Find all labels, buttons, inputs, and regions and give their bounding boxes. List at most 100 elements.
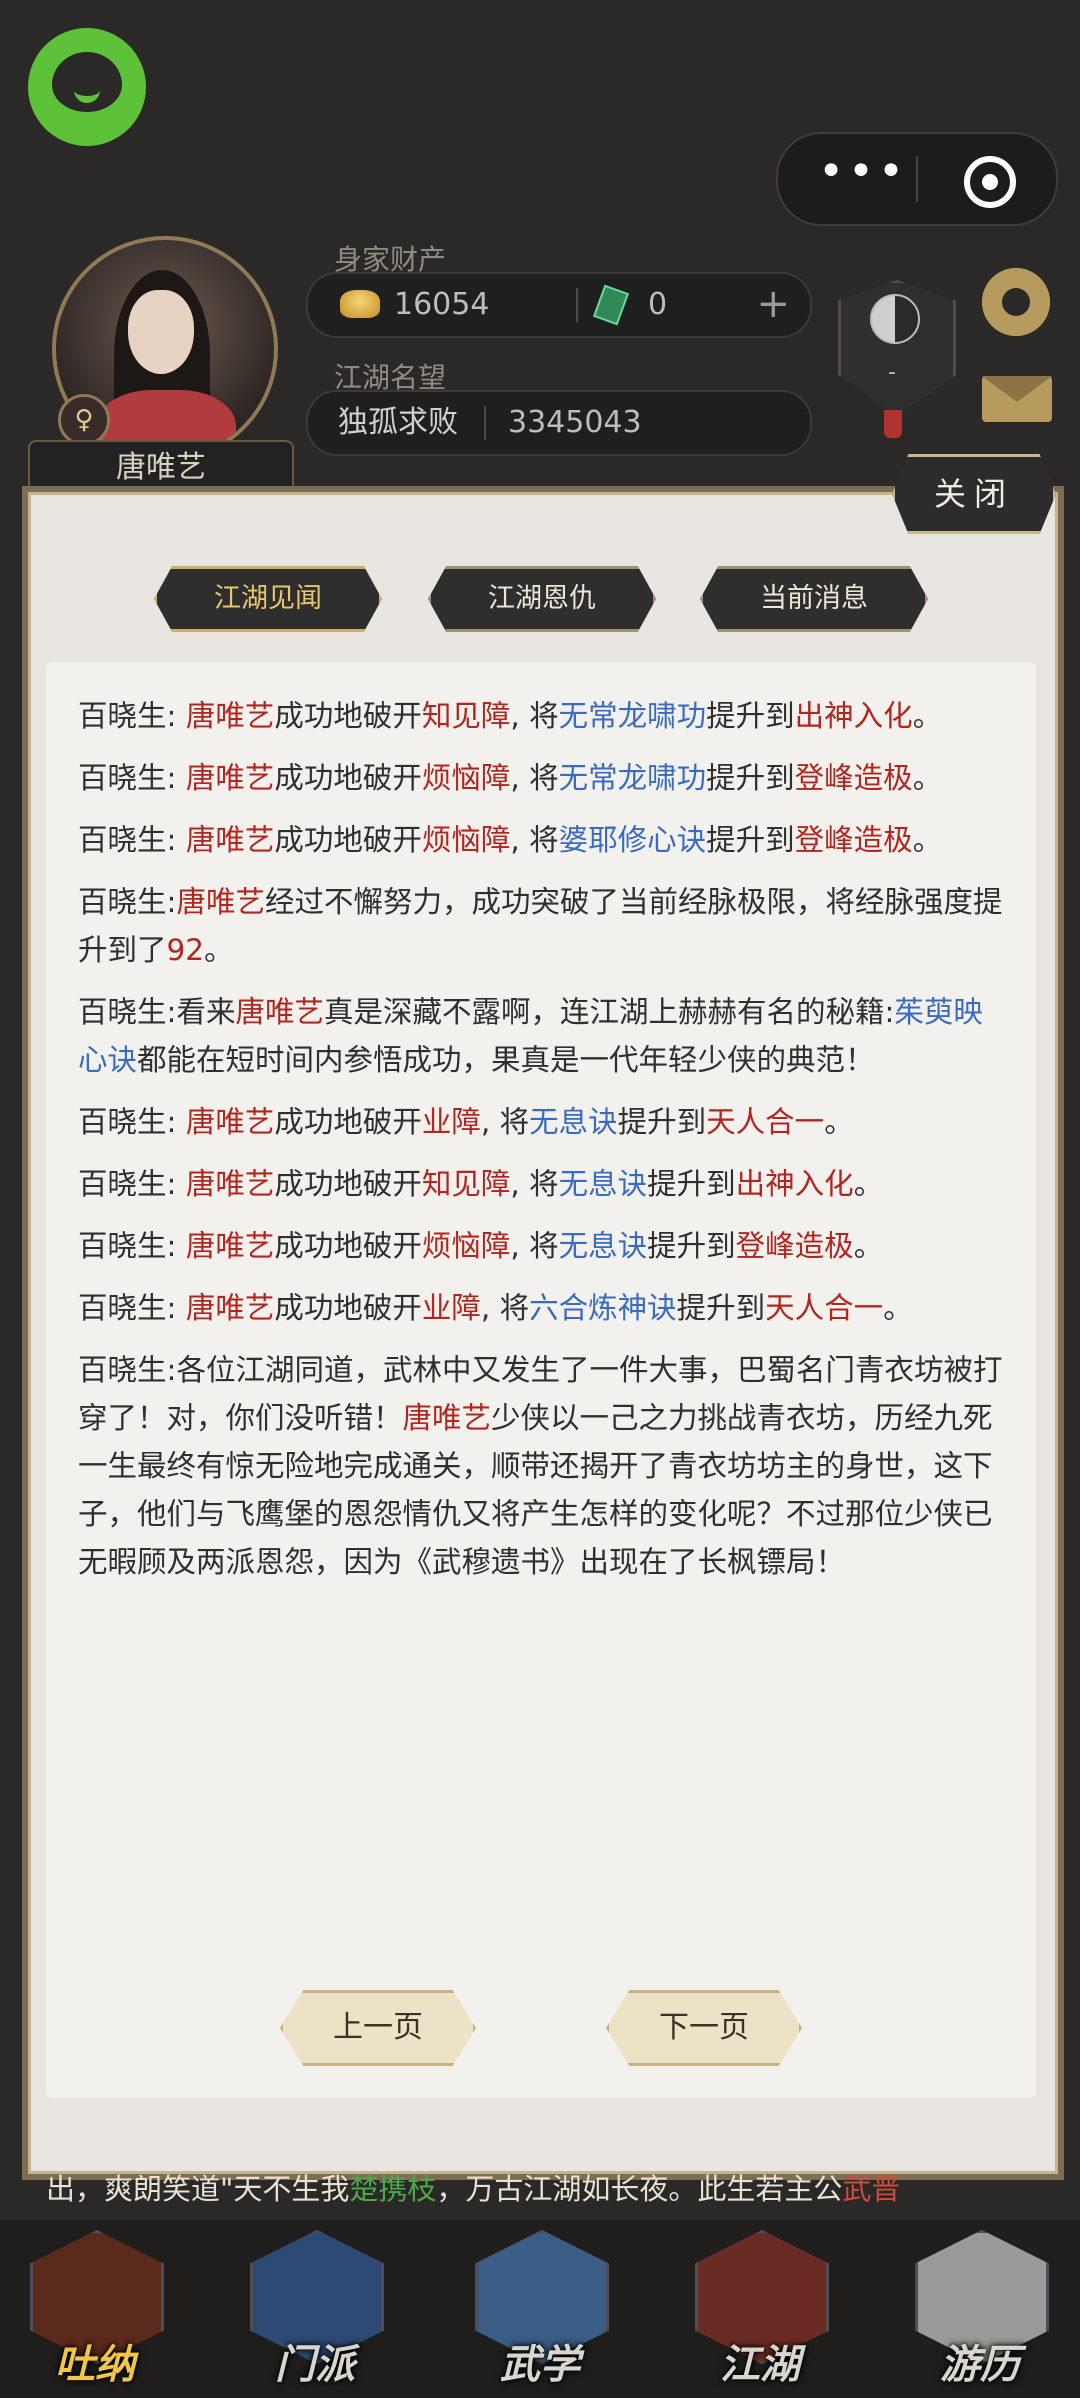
message-text: 都能在短时间内参悟成功，果真是一代年轻少侠的典范！ xyxy=(137,1043,875,1077)
message-text: , 将 xyxy=(510,823,559,857)
message-text: 成功地破开 xyxy=(274,823,422,857)
message-text: 。 xyxy=(883,1291,913,1325)
highlight-text: 92 xyxy=(166,933,205,967)
ticker-text: 武晋 xyxy=(842,2172,901,2206)
next-page-button[interactable]: 下一页 xyxy=(606,1990,802,2066)
message-text: 。 xyxy=(204,933,234,967)
highlight-text: 登峰造极 xyxy=(735,1229,854,1263)
highlight-text: 天人合一 xyxy=(765,1291,884,1325)
message-text: , 将 xyxy=(510,1167,559,1201)
highlight-text: 无常龙啸功 xyxy=(558,699,707,733)
highlight-text: 烦恼障 xyxy=(421,823,511,857)
message-text: 提升到 xyxy=(676,1291,766,1325)
more-options-button[interactable]: ••• xyxy=(818,150,908,196)
highlight-text: 婆耶修心诀 xyxy=(558,823,707,857)
close-mini-program-icon[interactable] xyxy=(964,156,1016,208)
tab-current-messages[interactable]: 当前消息 xyxy=(700,566,928,632)
highlight-text: 天人合一 xyxy=(706,1105,825,1139)
prev-page-button[interactable]: 上一页 xyxy=(280,1990,476,2066)
highlight-text: 唐唯艺 xyxy=(185,699,275,733)
nav-item-jianghu[interactable]: 江湖 xyxy=(675,2230,845,2396)
highlight-text: 六合炼神诀 xyxy=(529,1291,677,1325)
gold-ingot-icon xyxy=(340,290,380,318)
list-item: 百晓生: 唐唯艺成功地破开烦恼障, 将无常龙啸功提升到登峰造极。 xyxy=(78,754,1008,802)
message-text: 。 xyxy=(912,699,943,733)
add-currency-button[interactable]: + xyxy=(756,274,790,334)
highlight-text: 业障 xyxy=(421,1105,481,1139)
chat-app-logo-icon[interactable] xyxy=(28,28,146,146)
message-text: 成功地破开 xyxy=(274,1291,422,1325)
list-item: 百晓生: 唐唯艺成功地破开业障, 将无息诀提升到天人合一。 xyxy=(78,1098,1008,1146)
tassel-icon xyxy=(884,410,902,438)
gold-amount: 16054 xyxy=(394,287,490,322)
message-text: 成功地破开 xyxy=(274,1167,422,1201)
nav-item-martial-arts[interactable]: 武学 xyxy=(455,2230,625,2396)
highlight-text: 唐唯艺 xyxy=(185,1105,275,1139)
message-text: 提升到 xyxy=(706,699,795,733)
highlight-text: 唐唯艺 xyxy=(185,1167,275,1201)
message-text: 提升到 xyxy=(647,1167,736,1201)
list-item: 百晓生: 唐唯艺成功地破开业障, 将六合炼神诀提升到天人合一。 xyxy=(78,1284,1008,1332)
mail-icon[interactable] xyxy=(982,376,1052,422)
message-text: 百晓生: xyxy=(78,1291,186,1325)
list-item: 百晓生: 唐唯艺成功地破开烦恼障, 将婆耶修心诀提升到登峰造极。 xyxy=(78,816,1008,864)
ticker-text: 出，爽朗笑道"天不生我 xyxy=(46,2172,350,2206)
message-text: , 将 xyxy=(510,1229,559,1263)
message-text: 百晓生: xyxy=(78,823,186,857)
highlight-text: 登峰造极 xyxy=(794,761,913,795)
highlight-text: 唐唯艺 xyxy=(185,823,275,857)
female-gender-icon: ♀ xyxy=(58,394,110,446)
message-text: 百晓生: xyxy=(78,1229,186,1263)
message-text: 百晓生: xyxy=(78,1167,186,1201)
message-text: 百晓生: xyxy=(78,885,177,919)
message-text: 百晓生:看来 xyxy=(78,995,236,1029)
message-text: 提升到 xyxy=(706,823,795,857)
message-text: , 将 xyxy=(510,699,559,733)
nav-item-tuna[interactable]: 吐纳 xyxy=(10,2230,180,2396)
message-text: , 将 xyxy=(510,761,559,795)
highlight-text: 唐唯艺 xyxy=(235,995,324,1029)
highlight-text: 出神入化 xyxy=(794,699,913,733)
message-text: 提升到 xyxy=(647,1229,736,1263)
list-item: 百晓生:唐唯艺经过不懈努力，成功突破了当前经脉极限，将经脉强度提升到了92。 xyxy=(78,878,1008,974)
emblem-level: - xyxy=(888,360,896,385)
message-text: 。 xyxy=(824,1105,854,1139)
highlight-text: 知见障 xyxy=(421,699,511,733)
highlight-text: 业障 xyxy=(421,1291,481,1325)
tab-jianghu-news[interactable]: 江湖见闻 xyxy=(154,566,382,632)
message-text: 成功地破开 xyxy=(274,761,422,795)
tab-jianghu-feuds[interactable]: 江湖恩仇 xyxy=(428,566,656,632)
list-item: 百晓生:看来唐唯艺真是深藏不露啊，连江湖上赫赫有名的秘籍:茱萸映心诀都能在短时间… xyxy=(78,988,1008,1084)
message-text: 成功地破开 xyxy=(274,1229,422,1263)
reputation-value: 3345043 xyxy=(508,405,642,440)
speech-bubble-icon xyxy=(52,52,122,112)
ticker-text: ，万古江湖如长夜。此生若主公 xyxy=(436,2172,843,2206)
highlight-text: 无常龙啸功 xyxy=(558,761,707,795)
nav-item-travel[interactable]: 游历 xyxy=(895,2230,1065,2396)
highlight-text: 烦恼障 xyxy=(421,761,511,795)
message-text: 。 xyxy=(853,1229,884,1263)
nav-item-sect[interactable]: 门派 xyxy=(230,2230,400,2396)
message-text: 。 xyxy=(912,761,943,795)
mini-program-capsule: ••• xyxy=(776,132,1058,226)
jade-icon xyxy=(592,284,630,326)
message-text: , 将 xyxy=(480,1291,530,1325)
message-text: 提升到 xyxy=(617,1105,707,1139)
gear-icon[interactable] xyxy=(982,268,1050,336)
highlight-text: 出神入化 xyxy=(735,1167,854,1201)
ticker-text: 楚携枝 xyxy=(349,2172,437,2206)
highlight-text: 唐唯艺 xyxy=(402,1401,492,1435)
highlight-text: 登峰造极 xyxy=(794,823,913,857)
highlight-text: 知见障 xyxy=(421,1167,511,1201)
close-button[interactable]: 关闭 xyxy=(892,454,1056,534)
message-text: 成功地破开 xyxy=(274,699,422,733)
highlight-text: 烦恼障 xyxy=(421,1229,511,1263)
highlight-text: 无息诀 xyxy=(558,1167,648,1201)
highlight-text: 唐唯艺 xyxy=(185,1229,275,1263)
highlight-text: 唐唯艺 xyxy=(185,761,275,795)
message-text: 百晓生: xyxy=(78,1105,186,1139)
highlight-text: 唐唯艺 xyxy=(176,885,265,919)
reputation-title: 独孤求败 xyxy=(338,405,458,440)
message-text: 百晓生: xyxy=(78,761,186,795)
taiji-icon xyxy=(870,294,920,344)
